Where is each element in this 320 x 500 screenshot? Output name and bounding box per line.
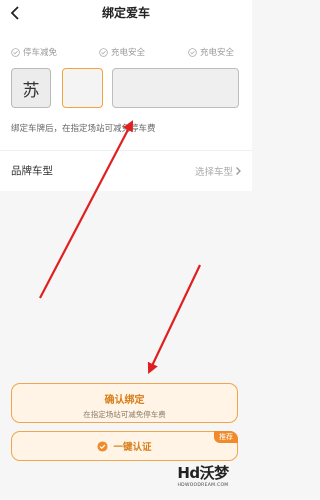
check-circle-icon [97,440,109,452]
one-click-auth-label: 一键认证 [113,442,152,453]
benefit-label: 充电安全 [111,48,146,58]
recommend-badge: 推荐 [214,431,238,443]
watermark-sub: HDWOODREAM.COM [177,483,229,488]
confirm-bind-label: 确认绑定 [104,395,145,406]
benefit-label: 停车减免 [23,48,58,58]
chevron-right-icon [236,167,241,175]
watermark-main: Hd沃梦 [177,464,229,482]
check-circle-icon [11,47,20,57]
annotation-arrow-down [147,264,201,374]
province-select[interactable]: 苏 [11,68,51,108]
plate-letter-input[interactable] [62,68,103,108]
plate-number-input[interactable] [112,68,239,108]
brand-model-label: 品牌车型 [11,165,53,177]
nav-bar: 绑定爱车 [0,0,252,28]
benefit-item: 停车减免 [11,45,57,59]
benefit-label: 充电安全 [200,48,235,58]
benefit-item: 充电安全 [99,45,145,59]
page-title: 绑定爱车 [101,6,150,20]
top-panel: 绑定爱车 停车减免 充电安全 充电安全 苏 绑定车牌后，在指定场站可减免停车费 … [0,0,252,191]
plate-hint: 绑定车牌后，在指定场站可减免停车费 [11,124,156,134]
confirm-bind-button[interactable]: 确认绑定 在指定场站可减免停车费 [11,383,238,423]
brand-model-value[interactable]: 选择车型 [195,164,242,178]
confirm-bind-sublabel: 在指定场站可减免停车费 [83,410,166,419]
one-click-auth-button[interactable]: 一键认证 推荐 [11,431,238,461]
brand-model-row[interactable]: 品牌车型 选择车型 [0,150,252,191]
check-circle-icon [188,47,197,57]
check-circle-icon [99,47,108,57]
select-model-text: 选择车型 [194,167,233,178]
watermark-logo: Hd沃梦 HDWOODREAM.COM [170,462,236,496]
benefit-item: 充电安全 [188,45,234,59]
